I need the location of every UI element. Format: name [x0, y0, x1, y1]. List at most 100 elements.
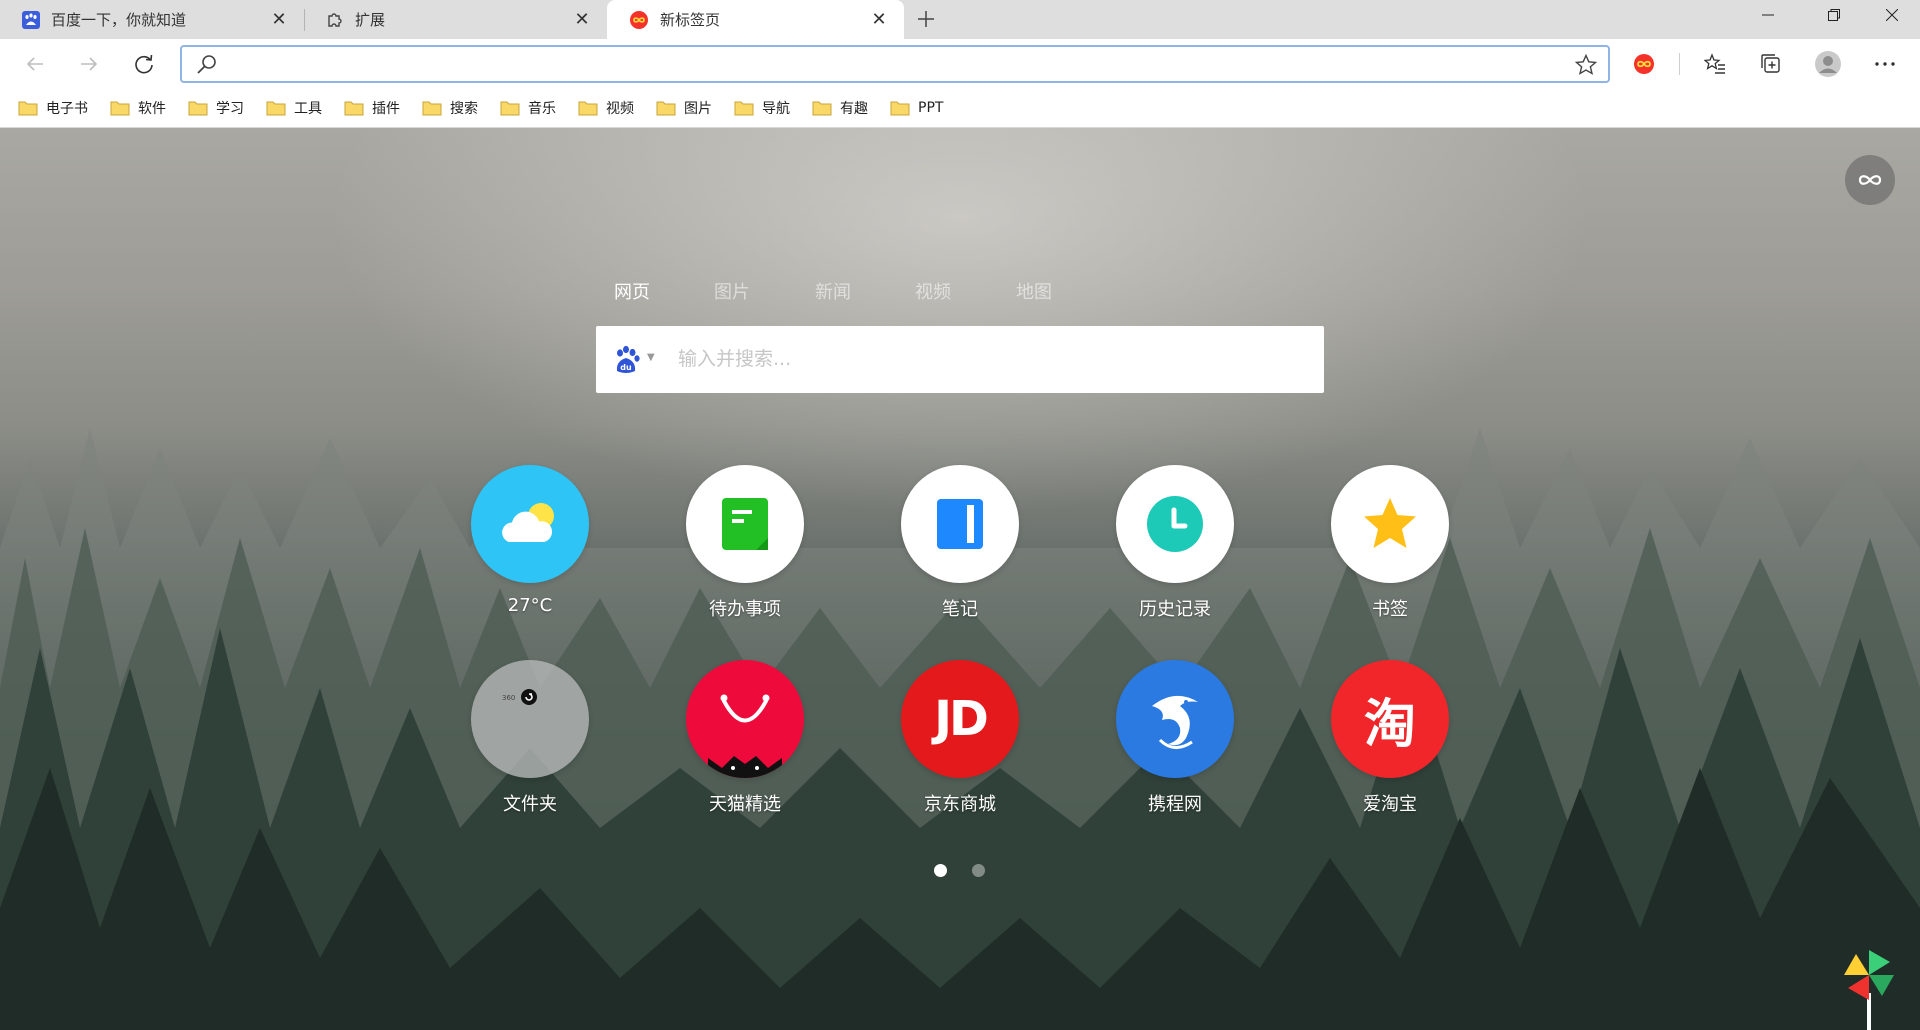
- bookmark-label: 视频: [606, 101, 634, 117]
- new-tab-button[interactable]: [911, 4, 941, 34]
- bookmark-folder[interactable]: 有趣: [812, 93, 877, 123]
- bookmark-folder[interactable]: PPT: [890, 93, 952, 123]
- close-tab-button[interactable]: ✕: [571, 9, 593, 31]
- arrow-left-icon: [26, 57, 43, 71]
- app-tmall[interactable]: 天猫精选: [670, 660, 820, 815]
- close-tab-button[interactable]: ✕: [268, 9, 290, 31]
- puzzle-icon: [328, 12, 342, 27]
- baidu-paw-icon: [22, 10, 40, 29]
- bookmark-folder[interactable]: 插件: [344, 93, 409, 123]
- app-label: 爱淘宝: [1363, 794, 1417, 815]
- favorite-star-icon[interactable]: [1574, 53, 1598, 77]
- address-bar[interactable]: [180, 45, 1610, 83]
- bookmark-label: 有趣: [840, 101, 868, 117]
- app-label: 27°C: [507, 595, 553, 616]
- folder-icon: [266, 101, 286, 116]
- profile-button[interactable]: [1811, 47, 1845, 81]
- ctrip-icon: [1116, 660, 1234, 778]
- taobao-icon: 淘: [1331, 660, 1449, 778]
- favorites-list-icon: [1704, 53, 1725, 74]
- app-ctrip[interactable]: 携程网: [1100, 660, 1250, 815]
- collections-button[interactable]: [1754, 47, 1788, 81]
- arrow-right-icon: [81, 57, 98, 71]
- folder-icon: [18, 101, 38, 116]
- history-icon: [1116, 465, 1234, 583]
- toolbar-divider: [1679, 53, 1680, 75]
- app-todo[interactable]: 待办事项: [670, 465, 820, 620]
- forward-button[interactable]: [70, 45, 108, 83]
- bookmark-folder[interactable]: 视频: [578, 93, 643, 123]
- refresh-icon: [135, 54, 153, 74]
- close-icon: [1886, 9, 1898, 21]
- minimize-button[interactable]: [1740, 0, 1796, 30]
- tab-news[interactable]: 新闻: [815, 278, 851, 304]
- restore-button[interactable]: [1806, 0, 1862, 30]
- browser-toolbar: [0, 39, 1920, 89]
- collections-icon: [1761, 54, 1780, 73]
- weather-icon: [471, 465, 589, 583]
- pinwheel-icon[interactable]: [1842, 948, 1896, 1030]
- bookmark-label: PPT: [918, 100, 944, 116]
- tab-title: 扩展: [355, 11, 386, 29]
- app-label: 京东商城: [924, 794, 996, 815]
- infinity-extension-button[interactable]: [1627, 47, 1661, 81]
- tab-new-tab[interactable]: 新标签页 ✕: [607, 0, 904, 39]
- refresh-button[interactable]: [125, 45, 163, 83]
- page-dot-active[interactable]: [934, 864, 947, 877]
- app-history[interactable]: 历史记录: [1100, 465, 1250, 620]
- app-weather[interactable]: 27°C: [455, 465, 605, 616]
- search-icon: [197, 55, 216, 74]
- svg-text:du: du: [620, 363, 632, 372]
- bookmark-folder[interactable]: 导航: [734, 93, 799, 123]
- tab-web[interactable]: 网页: [614, 278, 650, 304]
- folder-icon: [422, 101, 442, 116]
- bookmark-folder[interactable]: 工具: [266, 93, 331, 123]
- pagination-dots: [0, 864, 1920, 878]
- baidu-du-icon[interactable]: du: [612, 345, 642, 375]
- bookmark-folder[interactable]: 学习: [188, 93, 253, 123]
- tab-extensions[interactable]: 扩展 ✕: [304, 0, 607, 39]
- bookmark-folder[interactable]: 搜索: [422, 93, 487, 123]
- folder-icon: [812, 101, 832, 116]
- page-dot[interactable]: [972, 864, 985, 877]
- tab-video[interactable]: 视频: [915, 278, 951, 304]
- more-dots-icon: [1875, 62, 1895, 66]
- bookmark-folder[interactable]: 电子书: [18, 93, 97, 123]
- bookmark-folder[interactable]: 图片: [656, 93, 721, 123]
- search-input[interactable]: [678, 340, 1298, 378]
- close-tab-button[interactable]: ✕: [868, 9, 890, 31]
- bookmark-label: 图片: [684, 101, 712, 117]
- favorites-button[interactable]: [1698, 47, 1732, 81]
- close-window-button[interactable]: [1864, 0, 1920, 30]
- app-notes[interactable]: 笔记: [885, 465, 1035, 620]
- app-jd[interactable]: JD 京东商城: [885, 660, 1035, 815]
- back-button[interactable]: [16, 45, 54, 83]
- app-bookmarks[interactable]: 书签: [1315, 465, 1465, 620]
- avatar-icon: [1815, 51, 1841, 77]
- more-menu-button[interactable]: [1868, 47, 1902, 81]
- tab-title: 百度一下，你就知道: [51, 11, 187, 29]
- app-label: 笔记: [942, 599, 978, 620]
- app-label: 待办事项: [709, 599, 781, 620]
- taobao-logo-text: 淘: [1363, 694, 1416, 755]
- app-folder[interactable]: 360 文件夹: [455, 660, 605, 815]
- infinity-icon: [630, 10, 648, 29]
- app-label: 文件夹: [503, 794, 557, 815]
- tab-map[interactable]: 地图: [1016, 278, 1052, 304]
- bookmark-label: 学习: [216, 101, 244, 117]
- app-taobao[interactable]: 淘 爱淘宝: [1315, 660, 1465, 815]
- infinity-settings-button[interactable]: [1845, 155, 1895, 205]
- tab-images[interactable]: 图片: [714, 278, 750, 304]
- folder-icon: [656, 101, 676, 116]
- jd-logo-text: JD: [934, 691, 989, 747]
- folder-icon: [344, 101, 364, 116]
- bookmark-folder[interactable]: 软件: [110, 93, 175, 123]
- bookmark-folder[interactable]: 音乐: [500, 93, 565, 123]
- tab-baidu[interactable]: 百度一下，你就知道 ✕: [0, 0, 304, 39]
- caret-down-icon[interactable]: ▼: [647, 352, 655, 363]
- folder-icon: [188, 101, 208, 116]
- address-input[interactable]: [228, 49, 1528, 79]
- search-box: du ▼: [596, 326, 1324, 393]
- search-type-tabs: 网页 图片 新闻 视频 地图: [0, 278, 1920, 308]
- bookmark-label: 电子书: [46, 101, 88, 117]
